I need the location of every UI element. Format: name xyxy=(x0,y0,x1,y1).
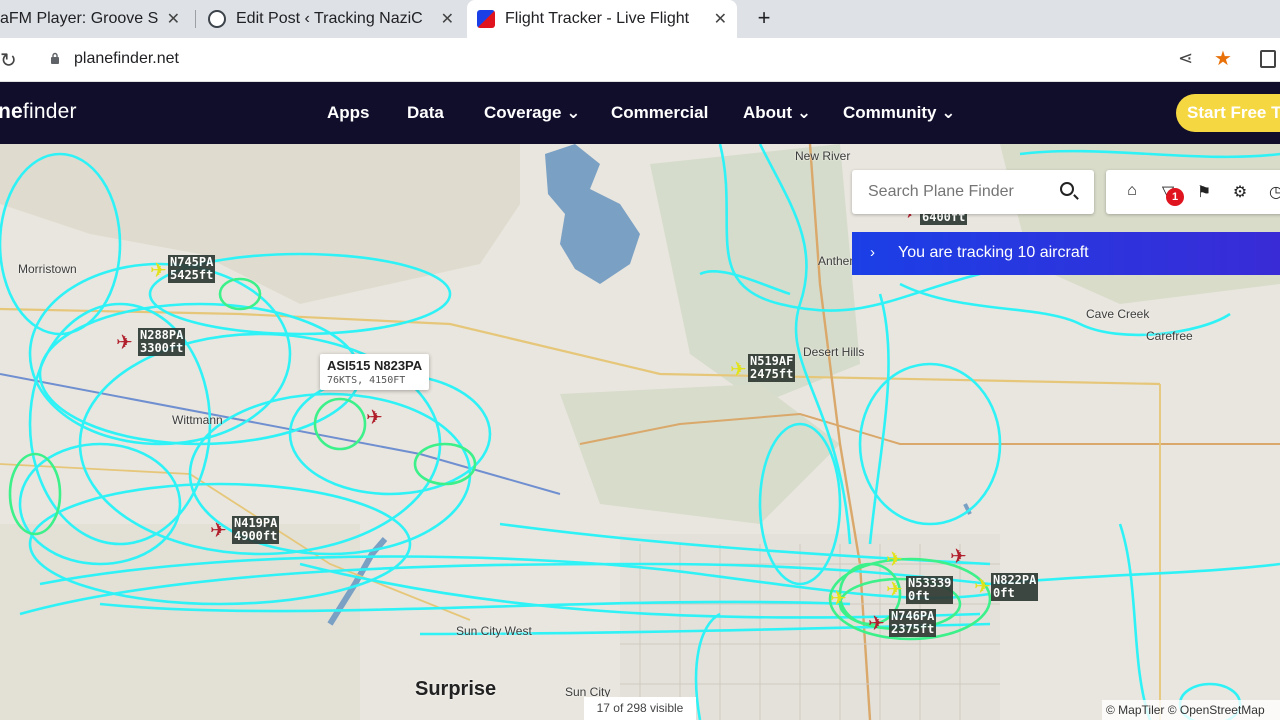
aircraft-popup[interactable]: ASI515 N823PA 76KTS, 4150FT xyxy=(320,354,430,390)
aircraft-altitude: 0ft xyxy=(993,586,1015,600)
nav-about[interactable]: About ⌄ xyxy=(743,103,811,123)
aircraft-label[interactable]: N745PA 5425ft xyxy=(168,255,216,283)
aircraft-label[interactable]: N519AF 2475ft xyxy=(748,354,796,382)
aircraft-label[interactable]: N288PA 3300ft xyxy=(138,328,186,356)
tab-title: Edit Post ‹ Tracking NaziC xyxy=(236,10,423,27)
selected-aircraft-icon[interactable]: ✈ xyxy=(366,408,383,428)
history-icon[interactable]: ◷ xyxy=(1266,182,1280,202)
logo-bold: ne xyxy=(0,100,23,123)
airport-icon[interactable]: ⌂ xyxy=(1122,182,1142,202)
aircraft-callsign: N419PA xyxy=(234,516,278,530)
browser-tab-bar: aFM Player: Groove S ✕ Edit Post ‹ Track… xyxy=(0,0,1280,38)
lock-icon xyxy=(51,52,59,64)
aircraft-callsign: N288PA xyxy=(140,328,184,342)
tab-edit-post[interactable]: Edit Post ‹ Tracking NaziC ✕ xyxy=(198,0,464,38)
aircraft-altitude: 3300ft xyxy=(140,341,184,355)
aircraft-label[interactable]: N822PA 0ft xyxy=(991,573,1039,601)
tab-groove[interactable]: aFM Player: Groove S ✕ xyxy=(0,0,190,38)
aircraft-icon[interactable]: ✈ xyxy=(730,360,747,380)
aircraft-altitude: 2375ft xyxy=(891,622,935,636)
aircraft-callsign: N746PA xyxy=(891,609,935,623)
map-attribution[interactable]: © MapTiler © OpenStreetMap xyxy=(1102,700,1280,720)
planefinder-favicon-icon xyxy=(477,10,495,28)
aircraft-altitude: 0ft xyxy=(908,589,930,603)
place-label: Sun City West xyxy=(456,624,532,638)
aircraft-callsign: N53339 xyxy=(908,576,952,590)
side-panel-icon[interactable] xyxy=(1260,50,1276,68)
place-label: Carefree xyxy=(1146,329,1193,343)
share-icon[interactable]: ⋖ xyxy=(1178,48,1193,69)
close-tab-icon[interactable]: ✕ xyxy=(441,9,454,29)
aircraft-icon[interactable]: ✈ xyxy=(974,577,991,597)
terrain-patch xyxy=(1000,144,1280,304)
place-label: Morristown xyxy=(18,262,77,276)
aircraft-icon[interactable]: ✈ xyxy=(886,550,903,570)
reload-icon[interactable]: ↻ xyxy=(0,48,17,73)
terrain-patch xyxy=(560,384,840,524)
tab-title: Flight Tracker - Live Flight xyxy=(505,10,690,27)
tracking-text: You are tracking 10 aircraft xyxy=(898,244,1089,261)
wordpress-icon xyxy=(208,10,226,28)
address-bar: ↻ planefinder.net ⋖ ★ xyxy=(0,38,1280,82)
tab-flight-tracker[interactable]: Flight Tracker - Live Flight ✕ xyxy=(467,0,737,38)
aircraft-icon[interactable]: ✈ xyxy=(210,521,227,541)
close-tab-icon[interactable]: ✕ xyxy=(167,9,180,29)
tab-separator xyxy=(195,10,196,28)
map-toolbar: ⌂ ▽ ⚑ ⚙ ◷ xyxy=(1106,170,1280,214)
popup-detail: 76KTS, 4150FT xyxy=(327,375,406,386)
map-canvas xyxy=(0,144,1280,720)
search-icon[interactable] xyxy=(1060,182,1074,196)
place-label: Cave Creek xyxy=(1086,307,1150,321)
bookmark-star-icon[interactable]: ★ xyxy=(1214,46,1232,71)
aircraft-label[interactable]: N746PA 2375ft xyxy=(889,609,937,637)
nav-apps[interactable]: Apps xyxy=(327,103,370,123)
aircraft-icon[interactable]: ✈ xyxy=(150,261,167,281)
flight-map[interactable]: New River Morristown Wittmann Cave Creek… xyxy=(0,144,1280,720)
planefinder-logo[interactable]: nefinder xyxy=(0,100,77,124)
new-tab-button[interactable]: + xyxy=(750,4,778,32)
place-label: Wittmann xyxy=(172,413,223,427)
url-text[interactable]: planefinder.net xyxy=(74,50,179,68)
nav-commercial[interactable]: Commercial xyxy=(611,103,708,123)
nav-data[interactable]: Data xyxy=(407,103,444,123)
search-input[interactable] xyxy=(868,180,1048,204)
close-tab-icon[interactable]: ✕ xyxy=(714,9,727,29)
aircraft-altitude: 2475ft xyxy=(750,367,794,381)
start-free-trial-button[interactable]: Start Free Tr xyxy=(1176,94,1280,132)
popup-title: ASI515 N823PA xyxy=(327,358,423,373)
settings-gear-icon[interactable]: ⚙ xyxy=(1230,182,1250,202)
aircraft-label[interactable]: N419PA 4900ft xyxy=(232,516,280,544)
place-label: New River xyxy=(795,149,851,163)
visible-count: 17 of 298 visible xyxy=(584,697,696,720)
aircraft-icon[interactable]: ✈ xyxy=(886,580,903,600)
place-label: Desert Hills xyxy=(803,345,865,359)
filter-count-badge: 1 xyxy=(1166,188,1184,206)
aircraft-callsign: N745PA xyxy=(170,255,214,269)
chevron-right-icon: › xyxy=(870,244,875,261)
aircraft-icon[interactable]: ✈ xyxy=(950,547,967,567)
bookmark-icon[interactable]: ⚑ xyxy=(1194,182,1214,202)
aircraft-callsign: N519AF xyxy=(750,354,794,368)
place-label: Surprise xyxy=(415,678,497,700)
lake xyxy=(545,144,640,284)
aircraft-icon[interactable]: ✈ xyxy=(116,333,133,353)
aircraft-altitude: 4900ft xyxy=(234,529,278,543)
nav-community[interactable]: Community ⌄ xyxy=(843,103,955,123)
aircraft-icon[interactable]: ✈ xyxy=(830,589,847,609)
tab-title: aFM Player: Groove S xyxy=(0,10,159,27)
aircraft-label[interactable]: N53339 0ft xyxy=(906,576,954,604)
aircraft-altitude: 5425ft xyxy=(170,268,214,282)
aircraft-icon[interactable]: ✈ xyxy=(868,614,885,634)
tracking-banner[interactable]: › You are tracking 10 aircraft xyxy=(852,232,1280,275)
site-header: nefinder Apps Data Coverage ⌄ Commercial… xyxy=(0,82,1280,144)
aircraft-callsign: N822PA xyxy=(993,573,1037,587)
search-box xyxy=(852,170,1094,214)
nav-coverage[interactable]: Coverage ⌄ xyxy=(484,103,580,123)
logo-text: finder xyxy=(22,100,77,123)
